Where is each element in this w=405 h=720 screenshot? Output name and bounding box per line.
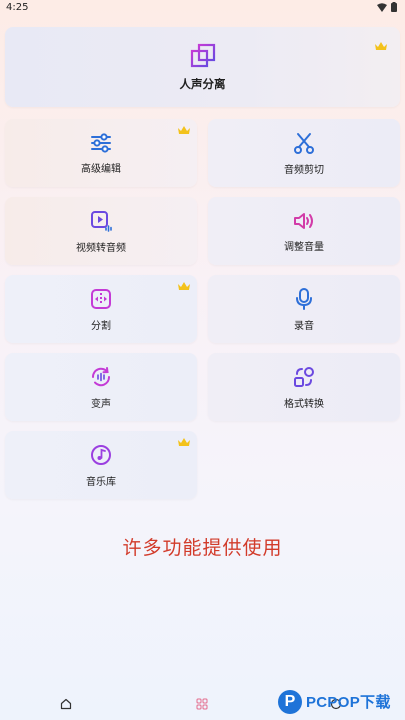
split-icon xyxy=(91,288,111,309)
advanced-edit-label: 高级编辑 xyxy=(81,163,121,175)
music-library-tile[interactable]: 音乐库 xyxy=(5,431,197,499)
watermark-text: PCPOP下载 xyxy=(306,694,391,711)
sliders-icon xyxy=(91,132,111,153)
promo-text: 许多功能提供使用 xyxy=(122,537,283,559)
crown-icon xyxy=(178,438,190,446)
format-convert-icon xyxy=(294,366,314,387)
scissors-icon xyxy=(294,132,314,154)
vocal-separation-label: 人声分离 xyxy=(179,77,226,91)
video-to-audio-label: 视频转音频 xyxy=(76,242,126,254)
watermark-logo: P xyxy=(278,689,302,714)
grid-icon[interactable] xyxy=(196,698,208,710)
record-label: 录音 xyxy=(294,320,314,332)
wifi-icon xyxy=(377,2,387,12)
status-time: 4:25 xyxy=(6,2,29,13)
record-tile[interactable]: 录音 xyxy=(208,275,400,343)
music-library-label: 音乐库 xyxy=(86,476,116,488)
adjust-volume-tile[interactable]: 调整音量 xyxy=(208,197,400,265)
layers-icon xyxy=(190,43,215,68)
music-note-icon xyxy=(91,444,111,465)
video-audio-icon xyxy=(91,210,112,232)
audio-cut-tile[interactable]: 音频剪切 xyxy=(208,119,400,187)
format-convert-tile[interactable]: 格式转换 xyxy=(208,353,400,421)
adjust-volume-label: 调整音量 xyxy=(284,241,324,253)
crown-icon xyxy=(178,282,190,290)
microphone-icon xyxy=(296,287,312,310)
status-bar: 4:25 xyxy=(0,0,405,16)
crown-icon xyxy=(178,126,190,134)
crown-icon xyxy=(375,42,387,50)
voice-change-tile[interactable]: 变声 xyxy=(5,353,197,421)
watermark: P PCPOP下载 xyxy=(278,683,405,720)
split-tile[interactable]: 分割 xyxy=(5,275,197,343)
format-convert-label: 格式转换 xyxy=(284,398,324,410)
battery-icon xyxy=(391,2,397,12)
split-label: 分割 xyxy=(91,320,111,332)
voice-change-label: 变声 xyxy=(91,398,111,410)
vocal-separation-card[interactable]: 人声分离 xyxy=(5,27,400,107)
volume-icon xyxy=(294,212,313,229)
video-to-audio-tile[interactable]: 视频转音频 xyxy=(5,197,197,265)
advanced-edit-tile[interactable]: 高级编辑 xyxy=(5,119,197,187)
status-icons xyxy=(377,2,397,12)
home-icon[interactable] xyxy=(60,698,72,710)
voice-change-icon xyxy=(91,366,111,386)
audio-cut-label: 音频剪切 xyxy=(284,164,324,176)
